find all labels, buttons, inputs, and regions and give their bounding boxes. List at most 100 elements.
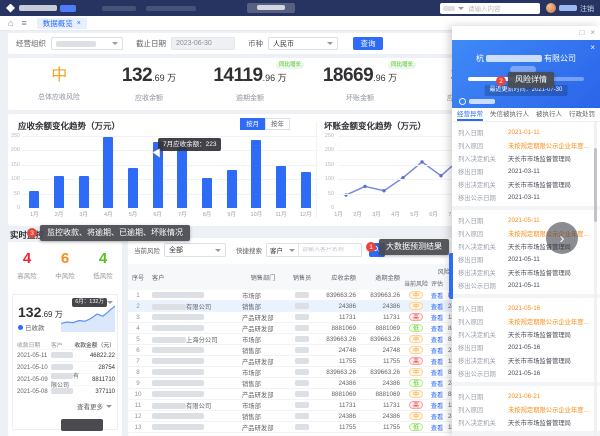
table-row[interactable]: 8市场部839663.26839663.26中查看839663	[128, 367, 458, 378]
received-amount: 132.69 万	[18, 304, 63, 320]
customer-redacted	[51, 352, 83, 359]
risk-badge: 高	[409, 313, 423, 321]
eval-link[interactable]: 查看	[431, 315, 444, 322]
view-more-link[interactable]: 查看更多	[77, 401, 112, 411]
table-row[interactable]: 3产品研发部1173111731高查看11731	[128, 312, 458, 323]
customer-search-input[interactable]	[299, 247, 361, 253]
seller-redacted	[286, 380, 318, 387]
payment-row[interactable]: 2021-05-1146822.22	[17, 349, 115, 361]
table-row[interactable]: 4产品研发部88810698881069低查看8881069	[128, 323, 458, 334]
drawer-field-row: 列入日期2021-05-16	[458, 302, 594, 315]
eval-link[interactable]: 查看	[431, 337, 444, 344]
user-avatar[interactable]	[546, 3, 556, 13]
drawer-side-tag[interactable]	[449, 253, 453, 299]
menu-icon[interactable]: ≡	[21, 18, 26, 28]
eval-link[interactable]: 查看	[431, 425, 444, 432]
nav-item-redacted[interactable]	[146, 6, 196, 11]
table-body: 1市场部839663.26839663.26中查看8396632有限公司销售部2…	[128, 290, 458, 433]
next-page-button[interactable]: ›	[546, 222, 578, 254]
expand-icon[interactable]: □	[579, 28, 584, 37]
bar[interactable]	[251, 140, 261, 208]
seller-redacted	[286, 402, 318, 409]
table-row[interactable]: 12销售部2438624386中查看24386	[128, 411, 458, 422]
bar[interactable]	[177, 144, 187, 208]
brand-name-redacted	[19, 5, 57, 11]
table-row[interactable]: 10产品研发部88810698881069中查看8881069	[128, 389, 458, 400]
home-icon[interactable]: ⌂	[8, 18, 13, 28]
company-switcher[interactable]	[247, 3, 295, 13]
eval-link[interactable]: 查看	[431, 381, 444, 388]
drawer-field-row: 移出决定机关天长市市场监督管理局	[458, 266, 594, 279]
eval-link[interactable]: 查看	[431, 414, 444, 421]
field-label: 列入原因	[458, 229, 508, 238]
metric-1: 中总体应收风险	[30, 65, 88, 102]
eval-link[interactable]: 查看	[431, 348, 444, 355]
eval-link[interactable]: 查看	[431, 304, 444, 311]
table-row[interactable]: 13产品研发部1175511755低查看11755	[128, 422, 458, 433]
logout-button[interactable]: 注销	[580, 4, 594, 14]
x-tick-label: 11月	[269, 210, 294, 218]
table-row[interactable]: 6销售部2474824748中查看24748	[128, 345, 458, 356]
table-row[interactable]: 9销售部2438624386低查看24386	[128, 378, 458, 389]
bar[interactable]	[103, 137, 113, 208]
date-input[interactable]	[171, 37, 235, 50]
search-category-select[interactable]: 客户	[267, 244, 299, 256]
toggle-month-button[interactable]: 按月	[240, 118, 265, 130]
org-select[interactable]	[51, 37, 123, 50]
risk-filter-select[interactable]: 全部	[164, 243, 226, 257]
bar[interactable]	[29, 191, 39, 208]
drawer-tab-3[interactable]: 被执行人	[536, 108, 562, 121]
global-search[interactable]: 请输入内容	[440, 3, 540, 14]
tab-data-overview[interactable]: 数据概览 ×	[37, 18, 87, 29]
bar[interactable]	[202, 178, 212, 208]
search-category-redacted[interactable]	[443, 6, 455, 11]
eval-link[interactable]: 查看	[431, 403, 444, 410]
x-tick-label: 7月	[170, 210, 195, 218]
payment-row[interactable]: 2021-05-09有限公司8811710	[17, 373, 115, 385]
x-tick-label: 6月	[145, 210, 170, 218]
x-tick-label: 10月	[244, 210, 269, 218]
scrollbar-thumb[interactable]	[594, 148, 597, 222]
bar[interactable]	[301, 172, 311, 208]
eval-link[interactable]: 查看	[431, 326, 444, 333]
eval-link[interactable]: 查看	[431, 370, 444, 377]
eval-link[interactable]: 查看	[431, 293, 444, 300]
table-row[interactable]: 5上海分公司市场部839663.26839663.26中查看839663	[128, 334, 458, 345]
drawer-close-icon[interactable]: ×	[590, 43, 595, 52]
table-row[interactable]: 7产品研发部1175511755高查看11755	[128, 356, 458, 367]
currency-select[interactable]: 人民币	[268, 37, 338, 50]
tab-close-icon[interactable]: ×	[77, 20, 81, 27]
drawer-tab-2[interactable]: 失信被执行人	[490, 108, 529, 121]
nav-item-redacted[interactable]	[102, 6, 136, 11]
eval-link[interactable]: 查看	[431, 392, 444, 399]
seller-redacted	[286, 424, 318, 431]
field-label: 列入决定机关	[458, 418, 508, 427]
refresh-row[interactable]	[459, 98, 495, 105]
table-row[interactable]: 1市场部839663.26839663.26中查看839663	[128, 290, 458, 301]
table-row[interactable]: 11有限公司市场部1173111731高查看11731	[128, 400, 458, 411]
drawer-field-row: 移出日期2021-05-16	[458, 341, 594, 354]
risk-stat-value: 4	[84, 250, 122, 268]
drawer-field-row: 列入日期2021-05-11	[458, 214, 594, 227]
bar[interactable]	[227, 170, 237, 208]
close-icon[interactable]: ×	[590, 28, 595, 37]
bar[interactable]	[79, 176, 89, 208]
drawer-tab-1[interactable]: 经营异常	[457, 108, 483, 121]
eval-link[interactable]: 查看	[431, 359, 444, 366]
bar[interactable]	[276, 166, 286, 208]
query-button[interactable]: 查询	[353, 37, 383, 50]
risk-badge: 高	[409, 357, 423, 365]
toggle-year-button[interactable]: 按年	[265, 118, 290, 130]
col-date: 收款日期	[17, 340, 51, 349]
risk-prediction-table-card: 当前风险 全部 快捷搜索 客户 序号客户销售部门销售员应收余额逾期金额风险预测当…	[128, 238, 458, 436]
table-row[interactable]: 2有限公司销售部2438624386中查看24386	[128, 301, 458, 312]
header-col-seller: 销售员	[286, 264, 318, 290]
drawer-field-row: 列入原因未按规定期限公示企业年度报告信息	[458, 403, 594, 416]
payments-table: 收款日期 客户 收款金额（元） 2021-05-1146822.222021-0…	[17, 339, 115, 397]
drawer-tab-4[interactable]: 行政处罚	[569, 108, 595, 121]
bar[interactable]	[128, 168, 138, 208]
bar-chart-title: 应收余额变化趋势（万元）	[18, 120, 120, 132]
drawer-scrollbar[interactable]	[594, 122, 597, 436]
chevron-down-icon	[106, 405, 112, 408]
bar[interactable]	[54, 176, 64, 208]
